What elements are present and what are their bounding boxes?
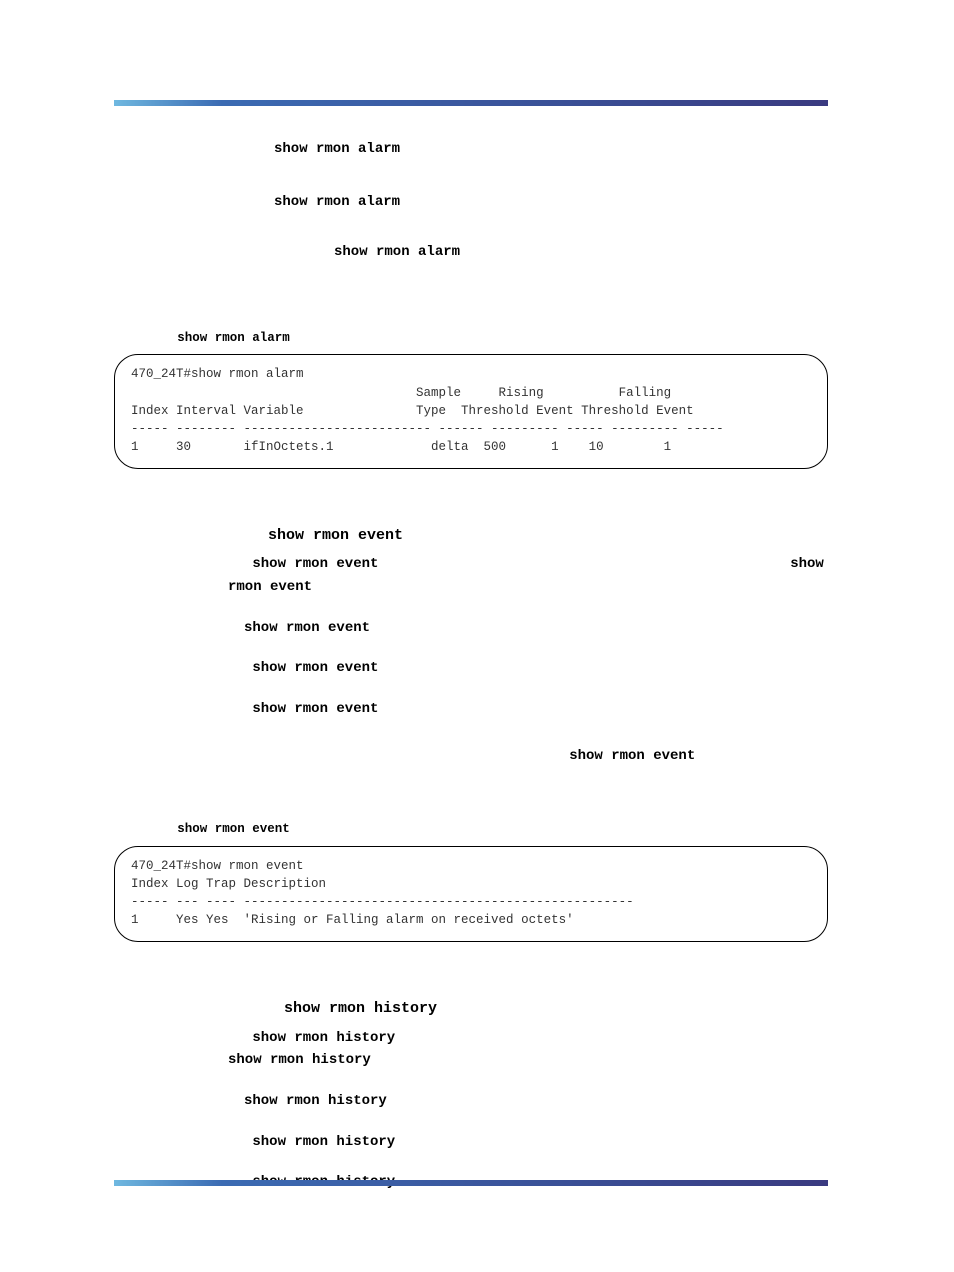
fig-label-cmd: show rmon alarm bbox=[177, 331, 290, 345]
cmd-text: show rmon alarm bbox=[334, 244, 460, 260]
fig-label-pre: Figure 102 bbox=[114, 821, 177, 835]
cmd-text: show rmon history bbox=[244, 1093, 387, 1109]
cmd-text: show rmon history bbox=[252, 1030, 395, 1046]
alarm-syntax: show rmon alarm bbox=[334, 241, 828, 264]
cmd-text: show rmon event bbox=[252, 701, 378, 717]
figure-102-box: 470_24T#show rmon event Index Log Trap D… bbox=[114, 846, 828, 943]
show-rmon-event-heading: show rmon event command bbox=[114, 523, 828, 547]
alarm-syntax-line: show rmon alarm bbox=[274, 138, 828, 161]
text: Figure 102 displays a sample output of t… bbox=[228, 747, 461, 762]
heading-post: command bbox=[403, 526, 478, 543]
event-p1: The show rmon event command displays the… bbox=[228, 553, 828, 598]
fig-label-pre: Figure 101 bbox=[114, 330, 177, 344]
cmd-text: show rmon event bbox=[252, 556, 378, 572]
figure-102-label: Figure 102 show rmon event command outpu… bbox=[114, 819, 828, 839]
text: The bbox=[228, 659, 252, 674]
heading-cmd: show rmon event bbox=[268, 527, 403, 544]
text: The bbox=[228, 555, 252, 570]
fig-label-post: command output bbox=[290, 821, 387, 835]
text: The bbox=[228, 1133, 252, 1148]
event-syntax: show rmon event bbox=[244, 617, 828, 640]
alarm-syntax-line2: show rmon alarm bbox=[274, 191, 828, 214]
event-p2: The show rmon event command is in the pr… bbox=[228, 657, 828, 680]
text: command has no parameters or variables. bbox=[378, 700, 606, 715]
fig-label-cmd: show rmon event bbox=[177, 822, 290, 836]
cmd-text: show rmon alarm bbox=[274, 141, 400, 157]
figure-101-box: 470_24T#show rmon alarm Sample Rising Fa… bbox=[114, 354, 828, 469]
text: command is in the privExec command mode. bbox=[378, 659, 626, 674]
text: command. bbox=[695, 747, 755, 762]
cmd-text: show rmon event bbox=[244, 620, 370, 636]
show-rmon-history-heading: show rmon history command bbox=[114, 996, 828, 1020]
cmd-text: show rmon alarm bbox=[274, 194, 400, 210]
event-p3: The show rmon event command has no param… bbox=[228, 698, 828, 721]
text: command is: bbox=[312, 578, 385, 593]
heading-post: command bbox=[437, 999, 512, 1016]
history-syntax: show rmon history bbox=[244, 1090, 828, 1113]
text: The bbox=[228, 1029, 252, 1044]
cmd-text: show rmon event bbox=[569, 748, 695, 764]
text: command displays the entries in the RMON… bbox=[378, 555, 790, 570]
cmd-text: show rmon history bbox=[228, 1052, 371, 1068]
text: command is: bbox=[371, 1051, 444, 1066]
text: command is in the privExec command mode. bbox=[395, 1133, 643, 1148]
footer-divider bbox=[114, 1180, 828, 1186]
history-p1: The show rmon history command displays t… bbox=[228, 1027, 828, 1072]
cmd-text: show rmon history bbox=[252, 1134, 395, 1150]
figure-101-label: Figure 101 show rmon alarm command outpu… bbox=[114, 328, 828, 348]
heading-cmd: show rmon history bbox=[284, 1000, 437, 1017]
cmd-text: show rmon event bbox=[252, 660, 378, 676]
header-divider bbox=[114, 100, 828, 106]
page-content: show rmon alarm show rmon alarm show rmo… bbox=[114, 130, 828, 1200]
text: The bbox=[228, 700, 252, 715]
text: command displays the entries in the RMON… bbox=[395, 1029, 812, 1044]
event-p4: Figure 102 displays a sample output of t… bbox=[228, 745, 828, 768]
fig-label-post: command output bbox=[290, 330, 387, 344]
history-p2: The show rmon history command is in the … bbox=[228, 1131, 828, 1154]
